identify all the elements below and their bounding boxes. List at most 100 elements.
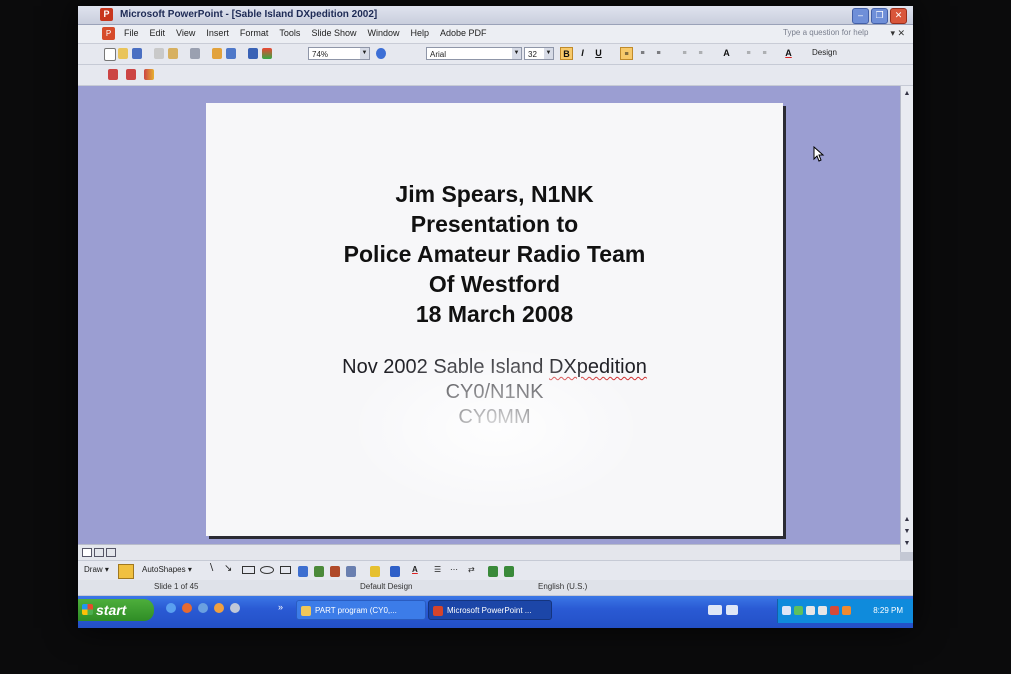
- oval-icon[interactable]: [260, 566, 274, 574]
- undo-icon[interactable]: [190, 48, 200, 59]
- chevron-down-icon[interactable]: ▼: [512, 48, 521, 59]
- powerpoint-icon: [433, 606, 443, 616]
- minimize-button[interactable]: –: [852, 8, 869, 24]
- design-button[interactable]: Design: [812, 48, 837, 57]
- menu-adobe-pdf[interactable]: Adobe PDF: [440, 28, 487, 38]
- show-desktop-icon[interactable]: [166, 603, 176, 613]
- line-color-icon[interactable]: [390, 566, 400, 577]
- help-search-input[interactable]: Type a question for help: [783, 28, 891, 39]
- open-icon[interactable]: [118, 48, 128, 59]
- restore-button[interactable]: ❐: [871, 8, 888, 24]
- volume-icon[interactable]: [782, 606, 791, 615]
- taskbar-item-powerpoint[interactable]: Microsoft PowerPoint ...: [428, 600, 552, 620]
- align-center-button[interactable]: ≡: [636, 47, 649, 60]
- next-slide-icon[interactable]: ▼: [902, 526, 912, 537]
- scroll-down-icon[interactable]: ▼: [902, 538, 912, 549]
- desktop-screen: P Microsoft PowerPoint - [Sable Island D…: [78, 6, 913, 628]
- help-icon[interactable]: [376, 48, 386, 59]
- arrow-icon[interactable]: ↘: [224, 563, 232, 574]
- align-left-button[interactable]: ≡: [620, 47, 633, 60]
- display-icon[interactable]: [726, 605, 738, 615]
- outline-icon[interactable]: [108, 69, 118, 80]
- slide-sorter-icon[interactable]: [94, 548, 104, 557]
- grid-icon[interactable]: [248, 48, 258, 59]
- menu-help[interactable]: Help: [410, 28, 429, 38]
- menu-slide-show[interactable]: Slide Show: [311, 28, 356, 38]
- firefox-icon[interactable]: [182, 603, 192, 613]
- wordart-icon[interactable]: [298, 566, 308, 577]
- menu-window[interactable]: Window: [367, 28, 399, 38]
- menu-items: File Edit View Insert Format Tools Slide…: [124, 28, 487, 38]
- arrow-style-icon[interactable]: ⇄: [468, 565, 475, 574]
- shadow-icon[interactable]: [488, 566, 498, 577]
- cut-icon[interactable]: [154, 48, 164, 59]
- document-icon[interactable]: P: [102, 27, 115, 40]
- draw-menu[interactable]: Draw ▾: [84, 565, 109, 574]
- start-button[interactable]: start: [78, 599, 154, 621]
- diagram-icon[interactable]: [314, 566, 324, 577]
- bullets-button[interactable]: ≡: [694, 47, 707, 60]
- insert-chart-icon[interactable]: [212, 48, 222, 59]
- paste-icon[interactable]: [168, 48, 178, 59]
- decrease-indent-button[interactable]: ≡: [742, 47, 755, 60]
- quicklaunch-overflow-icon[interactable]: »: [278, 602, 283, 612]
- italic-button[interactable]: I: [576, 47, 589, 60]
- fill-color-icon[interactable]: [370, 566, 380, 577]
- chevron-down-icon[interactable]: ▼: [544, 48, 553, 59]
- rectangle-icon[interactable]: [242, 566, 255, 574]
- autoshapes-menu[interactable]: AutoShapes ▾: [142, 565, 192, 574]
- grow-font-button[interactable]: A: [720, 47, 733, 60]
- security-icon[interactable]: [794, 606, 803, 615]
- color-grayscale-icon[interactable]: [262, 48, 272, 59]
- slide-subtitle-line-2: CY0/N1NK: [445, 381, 544, 403]
- slide-canvas[interactable]: Jim Spears, N1NK Presentation to Police …: [206, 103, 783, 536]
- underline-button[interactable]: U: [592, 47, 605, 60]
- slides-icon[interactable]: [126, 69, 136, 80]
- insert-table-icon[interactable]: [226, 48, 236, 59]
- update-icon[interactable]: [842, 606, 851, 615]
- picture-icon[interactable]: [346, 566, 356, 577]
- previous-slide-icon[interactable]: ▲: [902, 514, 912, 525]
- font-select[interactable]: Arial ▼: [426, 47, 522, 60]
- antivirus-icon[interactable]: [830, 606, 839, 615]
- quicklaunch-icon[interactable]: [230, 603, 240, 613]
- new-icon[interactable]: [104, 48, 116, 61]
- increase-indent-button[interactable]: ≡: [758, 47, 771, 60]
- powerpoint-app-icon[interactable]: P: [100, 8, 113, 21]
- menu-edit[interactable]: Edit: [150, 28, 166, 38]
- numbering-button[interactable]: ≡: [678, 47, 691, 60]
- 3d-icon[interactable]: [504, 566, 514, 577]
- chevron-down-icon[interactable]: ▼: [360, 48, 369, 59]
- line-style-icon[interactable]: ☰: [434, 565, 441, 574]
- menu-insert[interactable]: Insert: [206, 28, 229, 38]
- close-button[interactable]: ✕: [890, 8, 907, 24]
- internet-explorer-icon[interactable]: [198, 603, 208, 613]
- bold-button[interactable]: B: [560, 47, 573, 60]
- menu-view[interactable]: View: [176, 28, 195, 38]
- network-icon[interactable]: [708, 605, 722, 615]
- scroll-up-icon[interactable]: ▲: [902, 88, 912, 99]
- menu-file[interactable]: File: [124, 28, 139, 38]
- slideshow-view-icon[interactable]: [106, 548, 116, 557]
- clipart-icon[interactable]: [330, 566, 340, 577]
- media-player-icon[interactable]: [214, 603, 224, 613]
- select-objects-icon[interactable]: [118, 564, 134, 579]
- font-color-icon[interactable]: A: [412, 565, 418, 574]
- normal-view-icon[interactable]: [82, 548, 92, 557]
- font-color-button[interactable]: A: [782, 47, 795, 60]
- textbox-icon[interactable]: [280, 566, 291, 574]
- dash-style-icon[interactable]: ⋯: [450, 565, 458, 574]
- taskbar-item-part-program[interactable]: PART program (CY0,...: [296, 600, 426, 620]
- vertical-scrollbar[interactable]: ▲ ▲ ▼ ▼: [900, 86, 913, 552]
- presentation-icon[interactable]: [144, 69, 154, 80]
- wireless-icon[interactable]: [818, 606, 827, 615]
- line-icon[interactable]: ∖: [208, 563, 214, 574]
- font-size-select[interactable]: 32 ▼: [524, 47, 554, 60]
- battery-icon[interactable]: [806, 606, 815, 615]
- menu-tools[interactable]: Tools: [279, 28, 300, 38]
- align-right-button[interactable]: ≡: [652, 47, 665, 60]
- close-document-icon[interactable]: ▾ ✕: [890, 28, 905, 39]
- zoom-select[interactable]: 74% ▼: [308, 47, 370, 60]
- save-icon[interactable]: [132, 48, 142, 59]
- menu-format[interactable]: Format: [240, 28, 269, 38]
